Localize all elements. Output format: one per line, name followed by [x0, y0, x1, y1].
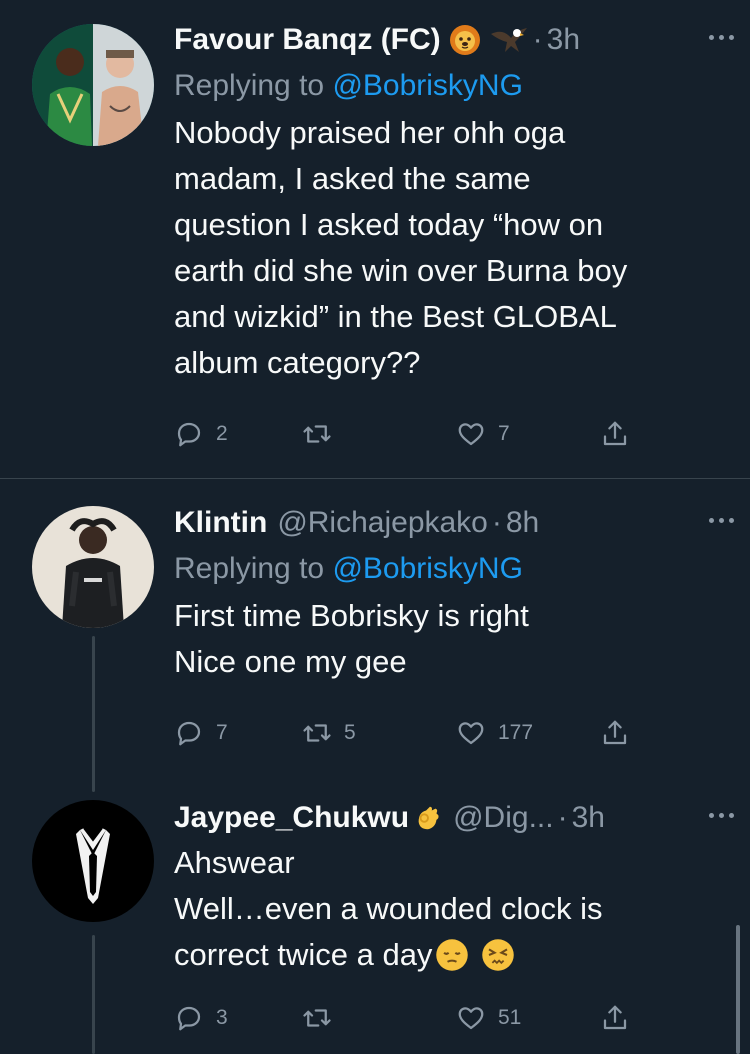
tweet-header: Favour Banqz (FC) · 3h	[174, 20, 730, 60]
replying-to-handle-link[interactable]: @BobriskyNG	[332, 69, 523, 102]
timestamp[interactable]: 8h	[506, 503, 539, 543]
like-button[interactable]: 177	[456, 718, 533, 748]
avatar-jaypee-chukwu[interactable]	[32, 800, 154, 922]
display-name[interactable]: Favour Banqz (FC)	[174, 20, 441, 60]
tweet-text-line: First time Bobrisky is right	[174, 598, 529, 633]
tweet-header: Klintin @Richajepkako · 8h	[174, 503, 730, 543]
separator-dot: ·	[532, 23, 543, 56]
eagle-emoji	[489, 24, 529, 56]
timestamp[interactable]: 3h	[572, 798, 605, 838]
tweet-text-line: madam, I asked the same	[174, 161, 531, 196]
tweet-actions: 3 51	[174, 1000, 644, 1036]
tweet-jaypee-chukwu[interactable]: Jaypee_Chukwu @Dig... · 3h Ahswear Well……	[0, 790, 750, 1054]
share-button[interactable]	[600, 419, 630, 449]
like-count: 7	[498, 422, 510, 445]
tweet-text-line: earth did she win over Burna boy	[174, 253, 628, 288]
replying-to-label: Replying to	[174, 552, 325, 585]
more-options-icon[interactable]	[709, 800, 734, 830]
tweet-text: First time Bobrisky is right Nice one my…	[174, 593, 730, 685]
user-handle[interactable]: @Richajepkako	[277, 503, 488, 543]
reply-count: 3	[216, 1006, 228, 1029]
reply-button[interactable]: 7	[174, 718, 228, 748]
replying-to-label: Replying to	[174, 69, 325, 102]
like-count: 177	[498, 721, 534, 744]
retweet-button[interactable]	[302, 419, 344, 449]
retweet-count: 5	[344, 721, 356, 744]
reply-button[interactable]: 2	[174, 419, 228, 449]
timestamp[interactable]: 3h	[547, 20, 580, 60]
replying-to: Replying to @BobriskyNG	[174, 549, 730, 589]
replying-to: Replying to @BobriskyNG	[174, 66, 730, 106]
tweet-text-line: question I asked today “how on	[174, 207, 604, 242]
tweet-text: Nobody praised her ohh oga madam, I aske…	[174, 110, 730, 386]
like-count: 51	[498, 1006, 522, 1029]
display-name[interactable]: Jaypee_Chukwu	[174, 798, 409, 838]
avatar-favour-banqz[interactable]	[32, 24, 154, 146]
retweet-button[interactable]	[302, 1003, 344, 1033]
tweet-text: Ahswear Well…even a wounded clock is cor…	[174, 840, 730, 978]
tweet-favour-banqz[interactable]: Favour Banqz (FC) · 3h Replying to @Bobr…	[0, 0, 750, 478]
reply-feed: Favour Banqz (FC) · 3h Replying to @Bobr…	[0, 0, 750, 1054]
share-button[interactable]	[600, 1003, 630, 1033]
retweet-icon	[303, 1009, 331, 1027]
tweet-text-line: Ahswear	[174, 845, 295, 880]
tweet-text-line-with-emojis: correct twice a day	[174, 932, 730, 978]
scrollbar[interactable]	[736, 925, 740, 1054]
reply-count: 7	[216, 721, 228, 744]
separator-dot: ·	[557, 801, 568, 834]
reply-icon	[177, 721, 201, 746]
persevering-face-emoji	[480, 937, 516, 973]
tweet-text-line: Nice one my gee	[174, 644, 407, 679]
heart-icon	[458, 1007, 484, 1030]
avatar-klintin[interactable]	[32, 506, 154, 628]
tweet-text-line: album category??	[174, 345, 421, 380]
like-button[interactable]: 7	[456, 419, 510, 449]
tweet-header: Jaypee_Chukwu @Dig... · 3h	[174, 798, 730, 838]
pensive-face-emoji	[434, 937, 470, 973]
more-options-icon[interactable]	[709, 505, 734, 535]
reply-button[interactable]: 3	[174, 1003, 228, 1033]
lion-face-emoji	[449, 24, 481, 56]
tweet-text-line: Well…even a wounded clock is	[174, 891, 603, 926]
thread-connector-line	[92, 935, 95, 1054]
more-options-icon[interactable]	[709, 22, 734, 52]
heart-icon	[458, 722, 484, 745]
reply-count: 2	[216, 422, 228, 445]
thread-connector-line	[92, 636, 95, 792]
tweet-text-line: Nobody praised her ohh oga	[174, 115, 566, 150]
tweet-text-line: and wizkid” in the Best GLOBAL	[174, 299, 617, 334]
ok-hand-emoji	[413, 803, 443, 833]
share-icon	[603, 421, 627, 446]
retweet-icon	[303, 724, 331, 742]
retweet-button[interactable]: 5	[302, 718, 356, 748]
tweet-actions: 7 5 177	[174, 715, 644, 751]
share-icon	[603, 1005, 627, 1030]
share-icon	[603, 720, 627, 745]
heart-icon	[458, 423, 484, 446]
replying-to-handle-link[interactable]: @BobriskyNG	[332, 552, 523, 585]
separator-dot: ·	[491, 506, 502, 539]
retweet-icon	[303, 425, 331, 443]
tweet-actions: 2 7	[174, 416, 644, 452]
share-button[interactable]	[600, 718, 630, 748]
reply-icon	[177, 422, 201, 447]
user-handle[interactable]: @Dig...	[453, 798, 553, 838]
reply-icon	[177, 1006, 201, 1031]
like-button[interactable]: 51	[456, 1003, 521, 1033]
tweet-text-line: correct twice a day	[174, 937, 433, 972]
tweet-klintin[interactable]: Klintin @Richajepkako · 8h Replying to @…	[0, 479, 750, 779]
display-name[interactable]: Klintin	[174, 503, 267, 543]
